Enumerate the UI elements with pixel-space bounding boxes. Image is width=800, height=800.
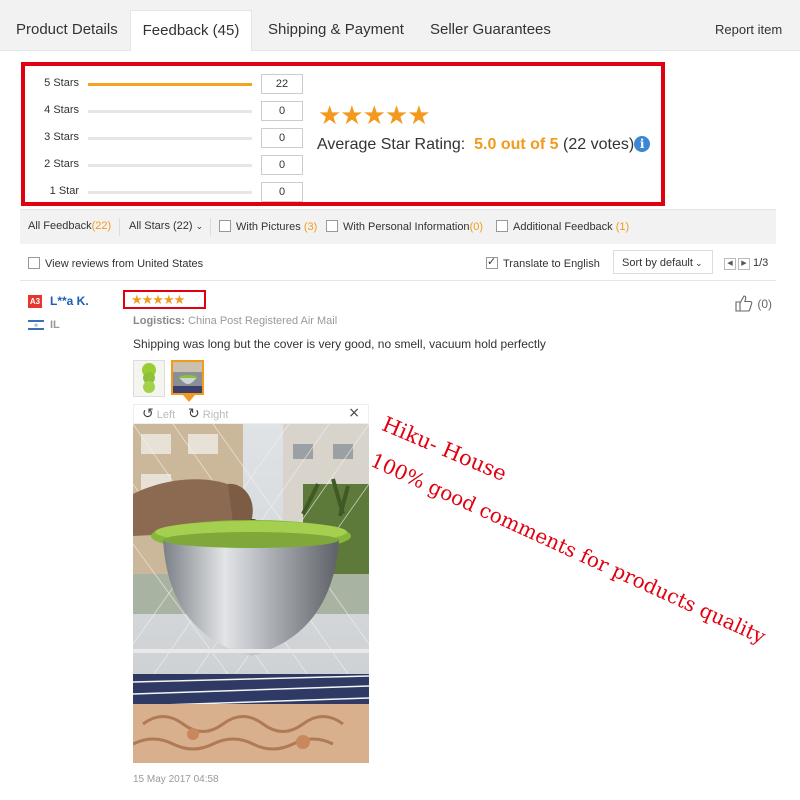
top-strip bbox=[0, 0, 800, 10]
rotate-left-icon: ↺ bbox=[142, 406, 154, 422]
rating-row-label: 4 Stars bbox=[44, 104, 79, 116]
info-icon[interactable]: i bbox=[634, 136, 651, 152]
rating-count: 0 bbox=[261, 182, 303, 202]
checkbox-icon[interactable] bbox=[28, 257, 40, 269]
filter-count: (0) bbox=[469, 221, 484, 233]
feedback-filter-bar: All Feedback(22) All Stars (22) ⌄ With P… bbox=[20, 209, 776, 244]
rating-row-label: 1 Star bbox=[49, 185, 79, 197]
divider bbox=[210, 218, 211, 236]
rating-row-2: 2 Stars 0 bbox=[25, 155, 305, 175]
filter-label: All Stars (22) bbox=[129, 220, 193, 232]
filter-count: (3) bbox=[303, 221, 318, 233]
logistics-info: Logistics: China Post Registered Air Mai… bbox=[133, 315, 337, 327]
review-date: 15 May 2017 04:58 bbox=[133, 774, 219, 785]
sort-dropdown[interactable]: Sort by default ⌄ bbox=[613, 250, 713, 274]
logistics-value: China Post Registered Air Mail bbox=[188, 315, 338, 327]
close-icon[interactable]: × bbox=[348, 405, 360, 421]
rating-row-label: 3 Stars bbox=[44, 131, 79, 143]
rotate-right-icon: ↻ bbox=[188, 406, 200, 422]
rating-row-5: 5 Stars 22 bbox=[25, 74, 305, 94]
tab-seller-guarantees[interactable]: Seller Guarantees bbox=[430, 10, 551, 50]
tab-bar: Product Details Feedback (45) Shipping &… bbox=[0, 10, 800, 52]
option-label: View reviews from United States bbox=[45, 258, 204, 270]
chevron-down-icon: ⌄ bbox=[694, 259, 703, 269]
rating-row-label: 2 Stars bbox=[44, 158, 79, 170]
thumbnail-image bbox=[134, 361, 164, 396]
view-us-reviews-option[interactable]: View reviews from United States bbox=[28, 257, 203, 270]
average-rating-value: 5.0 out of 5 bbox=[474, 136, 559, 153]
watermark-line-2: 100% good comments for products quality bbox=[367, 448, 770, 649]
thumbnail-image bbox=[173, 362, 202, 393]
rating-bar-fill bbox=[88, 83, 252, 86]
review-photo-large bbox=[133, 424, 369, 763]
option-label: Translate to English bbox=[503, 258, 600, 270]
review-options-row: View reviews from United States Translat… bbox=[20, 244, 776, 281]
rating-row-4: 4 Stars 0 bbox=[25, 101, 305, 121]
filter-label: With Personal Information bbox=[343, 221, 470, 233]
rating-count: 0 bbox=[261, 128, 303, 148]
page-indicator: 1/3 bbox=[753, 257, 769, 269]
review-photo-thumbnail[interactable] bbox=[133, 360, 165, 397]
filter-with-pictures[interactable]: With Pictures (3) bbox=[219, 220, 317, 233]
rating-count: 22 bbox=[261, 74, 303, 94]
prev-page-icon[interactable]: ◀ bbox=[724, 258, 736, 270]
rating-bar bbox=[88, 164, 252, 167]
helpful-count: (0) bbox=[757, 297, 773, 311]
rating-row-1: 1 Star 0 bbox=[25, 182, 305, 202]
tab-product-details[interactable]: Product Details bbox=[16, 10, 118, 50]
average-rating-label: Average Star Rating: bbox=[317, 136, 466, 153]
thumbs-up-icon bbox=[735, 295, 753, 312]
rating-summary-box: 5 Stars 22 4 Stars 0 3 Stars 0 2 Stars 0… bbox=[21, 62, 665, 206]
checkbox-icon[interactable] bbox=[326, 220, 338, 232]
sort-label: Sort by default bbox=[622, 257, 693, 269]
average-rating-text: Average Star Rating: 5.0 out of 5 (22 vo… bbox=[317, 136, 651, 154]
rating-bar bbox=[88, 191, 252, 194]
translate-option[interactable]: Translate to English bbox=[486, 255, 600, 270]
rating-count: 0 bbox=[261, 101, 303, 121]
rating-bar bbox=[88, 137, 252, 140]
filter-with-personal-info[interactable]: With Personal Information(0) bbox=[326, 220, 483, 233]
buyer-level-badge: A3 bbox=[28, 295, 42, 308]
reviewer-country: IL bbox=[50, 319, 60, 331]
photo-viewer-toolbar: ↺ Left ↻ Right × bbox=[133, 404, 369, 424]
rotate-right-label: Right bbox=[202, 409, 229, 421]
reviewer-name[interactable]: L**a K. bbox=[50, 294, 89, 308]
report-item-link[interactable]: Report item bbox=[715, 10, 782, 50]
filter-label: With Pictures bbox=[236, 221, 301, 233]
chevron-down-icon: ⌄ bbox=[195, 222, 204, 232]
tab-shipping-payment[interactable]: Shipping & Payment bbox=[268, 10, 404, 50]
rating-bar bbox=[88, 110, 252, 113]
next-page-icon[interactable]: ▶ bbox=[738, 258, 750, 270]
checkbox-checked-icon[interactable] bbox=[486, 255, 498, 269]
filter-additional-feedback[interactable]: Additional Feedback (1) bbox=[496, 220, 629, 233]
tab-feedback[interactable]: Feedback (45) bbox=[130, 10, 252, 52]
filter-count: (1) bbox=[615, 221, 630, 233]
review-stars-icon: ★★★★★ bbox=[123, 290, 206, 309]
filter-label: Additional Feedback bbox=[513, 221, 613, 233]
rotate-left-label: Left bbox=[156, 409, 176, 421]
logistics-label: Logistics: bbox=[133, 315, 185, 327]
divider bbox=[119, 218, 120, 236]
rating-row-label: 5 Stars bbox=[44, 77, 79, 89]
rating-row-3: 3 Stars 0 bbox=[25, 128, 305, 148]
review-photo-thumbnail-selected[interactable] bbox=[171, 360, 204, 395]
average-stars-icon: ★★★★★ bbox=[318, 100, 431, 130]
helpful-button[interactable]: (0) bbox=[734, 294, 772, 312]
filter-count: (22) bbox=[91, 220, 112, 232]
rating-count: 0 bbox=[261, 155, 303, 175]
filter-all-stars-dropdown[interactable]: All Stars (22) ⌄ bbox=[129, 220, 203, 232]
filter-all-feedback[interactable]: All Feedback(22) bbox=[28, 220, 111, 232]
vote-count: (22 votes) bbox=[563, 136, 635, 153]
selected-thumbnail-caret bbox=[183, 395, 195, 402]
flag-icon: ✡ bbox=[28, 320, 44, 330]
rotate-left-button[interactable]: ↺ Left bbox=[142, 406, 175, 422]
review-photo-image bbox=[133, 424, 369, 763]
rating-bar bbox=[88, 83, 252, 86]
filter-label: All Feedback bbox=[28, 220, 92, 232]
rotate-right-button[interactable]: ↻ Right bbox=[188, 406, 228, 422]
checkbox-icon[interactable] bbox=[219, 220, 231, 232]
checkbox-icon[interactable] bbox=[496, 220, 508, 232]
review-comment: Shipping was long but the cover is very … bbox=[133, 337, 546, 351]
